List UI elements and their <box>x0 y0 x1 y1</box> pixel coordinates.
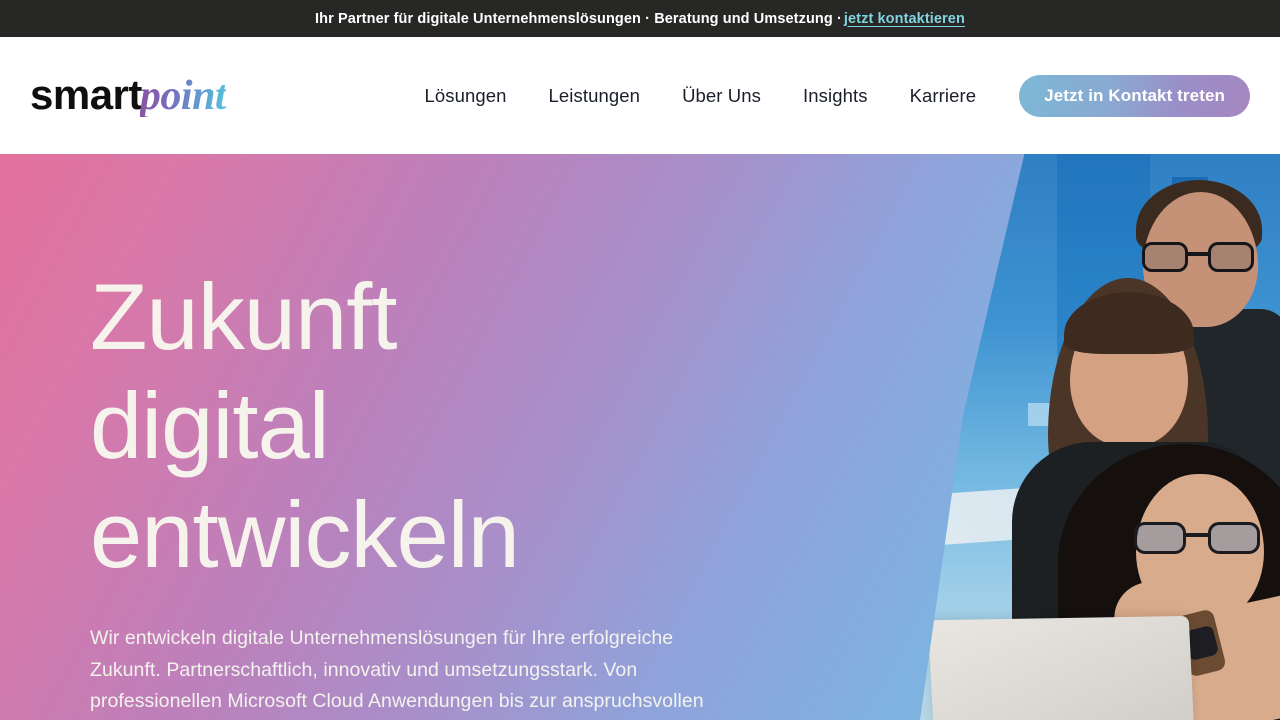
person-woman2-glasses-icon <box>1134 522 1260 554</box>
nav-item-leistungen[interactable]: Leistungen <box>528 85 662 107</box>
announcement-bar: Ihr Partner für digitale Unternehmenslös… <box>0 0 1280 37</box>
hero-title-line-3: entwickeln <box>90 482 520 588</box>
main-navigation: Lösungen Leistungen Über Uns Insights Ka… <box>403 74 1250 117</box>
logo-point-text: point <box>139 73 227 119</box>
hero-copy: Zukunft digital entwickeln Wir entwickel… <box>90 262 770 718</box>
hero-photo <box>920 154 1280 720</box>
nav-item-karriere[interactable]: Karriere <box>889 85 998 107</box>
nav-item-insights[interactable]: Insights <box>782 85 889 107</box>
laptop <box>927 615 1196 720</box>
page-title: Zukunft digital entwickeln <box>90 262 770 589</box>
logo[interactable]: smart point <box>30 71 227 119</box>
contact-cta-button[interactable]: Jetzt in Kontakt treten <box>1019 74 1250 117</box>
hero-paragraph: Wir entwickeln digitale Unternehmenslösu… <box>90 627 704 713</box>
person-man-glasses-icon <box>1142 242 1254 272</box>
hero-section: Zukunft digital entwickeln Wir entwickel… <box>0 154 1280 720</box>
announcement-text: Ihr Partner für digitale Unternehmenslös… <box>315 10 842 27</box>
site-header: smart point Lösungen Leistungen Über Uns … <box>0 37 1280 154</box>
nav-item-loesungen[interactable]: Lösungen <box>403 85 527 107</box>
nav-item-ueber-uns[interactable]: Über Uns <box>661 85 782 107</box>
announcement-contact-link[interactable]: jetzt kontaktieren <box>844 11 965 27</box>
hero-title-line-2: digital <box>90 373 330 479</box>
hero-title-line-1: Zukunft <box>90 264 398 369</box>
logo-smart-text: smart <box>30 71 142 118</box>
